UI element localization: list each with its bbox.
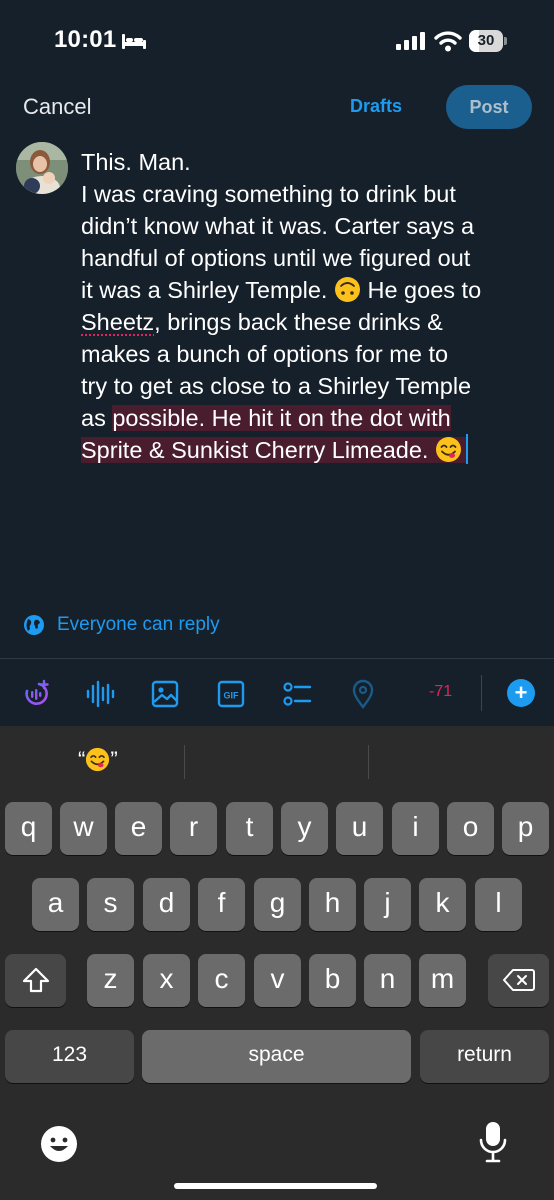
toolbar-divider	[481, 675, 482, 711]
battery-cap	[504, 37, 507, 45]
compose-text: makes a bunch of options for me to	[81, 341, 449, 367]
compose-text: it was a Shirley Temple.	[81, 277, 334, 303]
compose-line: makes a bunch of options for me to	[81, 338, 541, 370]
key-m[interactable]: m	[419, 954, 466, 1007]
key-u[interactable]: u	[336, 802, 383, 855]
key-h[interactable]: h	[309, 878, 356, 931]
compose-line: as possible. He hit it on the dot with	[81, 402, 541, 434]
suggestion-quote: “	[78, 747, 86, 772]
compose-textarea[interactable]: This. Man. I was craving something to dr…	[81, 146, 541, 466]
selected-text[interactable]: possible. He hit it on the dot with	[112, 405, 451, 431]
battery-indicator: 30	[469, 30, 507, 52]
suggestion-divider	[368, 745, 369, 779]
space-key[interactable]: space	[142, 1030, 411, 1083]
drafts-button[interactable]: Drafts	[350, 96, 402, 117]
misspelled-word[interactable]: Sheetz	[81, 309, 154, 335]
location-icon[interactable]	[348, 679, 378, 709]
delete-key[interactable]	[488, 954, 549, 1007]
compose-line: it was a Shirley Temple. He goes to	[81, 274, 541, 306]
key-d[interactable]: d	[143, 878, 190, 931]
key-r[interactable]: r	[170, 802, 217, 855]
key-i[interactable]: i	[392, 802, 439, 855]
key-f[interactable]: f	[198, 878, 245, 931]
key-x[interactable]: x	[143, 954, 190, 1007]
key-j[interactable]: j	[364, 878, 411, 931]
post-button[interactable]: Post	[446, 85, 532, 129]
compose-line: This. Man.	[81, 146, 541, 178]
key-v[interactable]: v	[254, 954, 301, 1007]
compose-line: Sheetz, brings back these drinks &	[81, 306, 541, 338]
key-g[interactable]: g	[254, 878, 301, 931]
key-w[interactable]: w	[60, 802, 107, 855]
home-indicator[interactable]	[174, 1183, 377, 1189]
globe-icon	[24, 615, 44, 635]
character-count: -71	[429, 683, 453, 700]
status-bar: 10:01 30	[0, 0, 554, 80]
image-icon[interactable]	[150, 679, 180, 709]
upside-down-face-emoji-icon	[334, 277, 360, 302]
key-o[interactable]: o	[447, 802, 494, 855]
poll-icon[interactable]	[282, 679, 312, 709]
compose-text: , brings back these drinks &	[154, 309, 443, 335]
key-t[interactable]: t	[226, 802, 273, 855]
compose-text: He goes to	[360, 277, 482, 303]
voice-icon[interactable]	[85, 679, 115, 709]
compose-line: try to get as close to a Shirley Temple	[81, 370, 541, 402]
compose-text: as	[81, 405, 113, 431]
key-s[interactable]: s	[87, 878, 134, 931]
dictation-microphone-icon[interactable]	[478, 1120, 508, 1164]
gif-icon[interactable]: GIF	[216, 679, 246, 709]
selected-text-run[interactable]: Sprite & Sunkist Cherry Limeade.	[81, 437, 466, 463]
compose-line: Sprite & Sunkist Cherry Limeade.	[81, 434, 541, 466]
sleep-bed-icon	[122, 34, 146, 49]
grok-icon[interactable]	[21, 679, 51, 709]
return-key[interactable]: return	[420, 1030, 549, 1083]
key-p[interactable]: p	[502, 802, 549, 855]
battery-percent: 30	[477, 32, 495, 49]
emoji-keyboard-icon[interactable]	[40, 1125, 78, 1163]
key-e[interactable]: e	[115, 802, 162, 855]
key-q[interactable]: q	[5, 802, 52, 855]
key-y[interactable]: y	[281, 802, 328, 855]
avatar-image	[16, 142, 68, 194]
suggestion-divider	[184, 745, 185, 779]
selected-text: Sprite & Sunkist Cherry Limeade.	[81, 437, 435, 463]
backspace-icon	[502, 969, 535, 991]
key-c[interactable]: c	[198, 954, 245, 1007]
key-a[interactable]: a	[32, 878, 79, 931]
predictive-suggestion[interactable]: “ ”	[78, 747, 118, 773]
face-savoring-food-emoji-icon	[86, 747, 110, 772]
compose-line: handful of options until we figured out	[81, 242, 541, 274]
compose-text: try to get as close to a Shirley Temple	[81, 373, 472, 399]
numbers-key[interactable]: 123	[5, 1030, 134, 1083]
face-savoring-food-emoji-icon	[435, 437, 461, 462]
compose-toolbar: GIF	[0, 658, 554, 726]
shift-icon	[22, 967, 49, 993]
reply-setting-label: Everyone can reply	[57, 614, 220, 635]
avatar[interactable]	[16, 142, 68, 194]
add-thread-button[interactable]: +	[507, 679, 535, 707]
compose-screen: 10:01 30 Cancel Drafts Post This. Man. I…	[0, 0, 554, 1200]
gif-label: GIF	[224, 691, 240, 701]
compose-text: This. Man.	[81, 149, 191, 175]
key-n[interactable]: n	[364, 954, 411, 1007]
compose-text: handful of options until we figured out	[81, 245, 471, 271]
compose-text: didn’t know what it was. Carter says a	[81, 213, 475, 239]
key-z[interactable]: z	[87, 954, 134, 1007]
key-b[interactable]: b	[309, 954, 356, 1007]
wifi-icon	[434, 31, 462, 52]
text-cursor	[465, 434, 468, 464]
suggestion-quote: ”	[110, 747, 118, 772]
compose-line: I was craving something to drink but	[81, 178, 541, 210]
key-l[interactable]: l	[475, 878, 522, 931]
status-time: 10:01	[54, 26, 117, 53]
compose-text: I was craving something to drink but	[81, 181, 456, 207]
battery-body: 30	[469, 30, 503, 52]
compose-line: didn’t know what it was. Carter says a	[81, 210, 541, 242]
key-k[interactable]: k	[419, 878, 466, 931]
shift-key[interactable]	[5, 954, 66, 1007]
cancel-button[interactable]: Cancel	[23, 94, 91, 120]
cellular-signal-icon	[396, 32, 425, 50]
